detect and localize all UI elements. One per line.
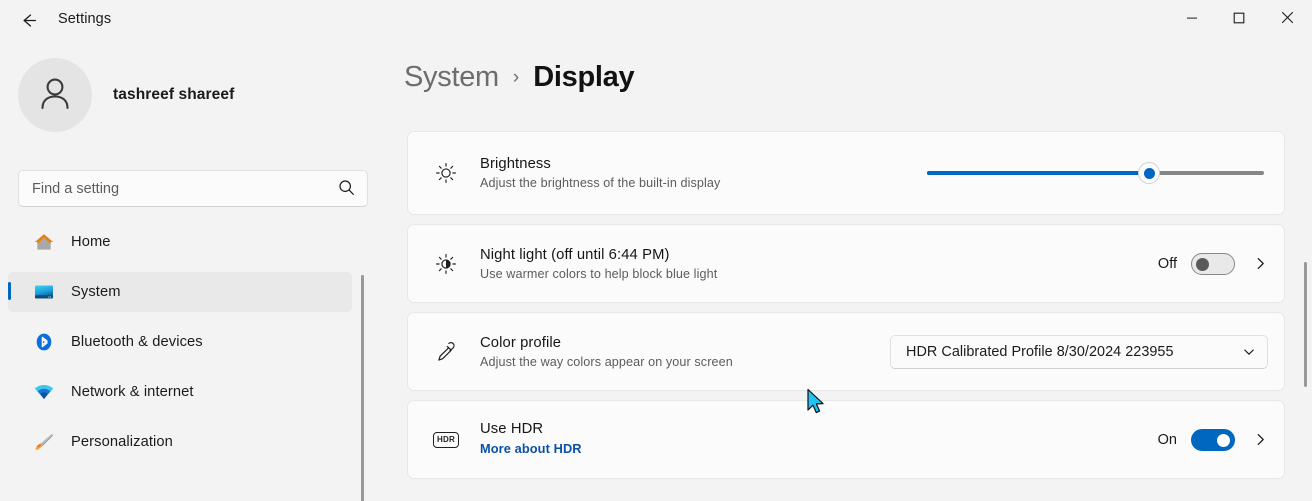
use-hdr-controls: On [1158,429,1268,451]
use-hdr-text: Use HDR More about HDR [480,421,1158,458]
sidebar: tashreef shareef [0,40,380,501]
brightness-title: Brightness [480,156,927,172]
sidebar-scrollbar[interactable] [361,275,364,501]
brightness-slider[interactable] [927,159,1264,187]
window-title: Settings [58,11,111,27]
color-profile-selected-value: HDR Calibrated Profile 8/30/2024 223955 [906,344,1174,360]
color-profile-controls: HDR Calibrated Profile 8/30/2024 223955 [890,335,1268,369]
slider-thumb[interactable] [1138,162,1160,184]
color-profile-text: Color profile Adjust the way colors appe… [480,335,890,369]
more-about-hdr-link[interactable]: More about HDR [480,441,582,456]
chevron-down-icon [1242,345,1256,359]
use-hdr-title: Use HDR [480,421,1158,437]
sidebar-item-label: System [71,284,121,300]
night-light-chevron-right-icon[interactable] [1253,256,1268,271]
sidebar-item-label: Bluetooth & devices [71,334,203,350]
night-light-controls: Off [1158,253,1268,275]
brightness-controls [927,159,1268,187]
maximize-button[interactable] [1215,0,1262,40]
use-hdr-state-label: On [1158,432,1177,448]
use-hdr-chevron-right-icon[interactable] [1253,432,1268,447]
sidebar-item-system[interactable]: System [8,272,352,312]
brightness-subtitle: Adjust the brightness of the built-in di… [480,176,927,190]
night-light-state-label: Off [1158,256,1177,272]
minimize-button[interactable] [1168,0,1215,40]
sidebar-item-personalization[interactable]: Personalization [8,422,352,462]
search-button[interactable] [332,175,361,204]
night-light-text: Night light (off until 6:44 PM) Use warm… [480,247,1158,281]
wifi-icon [33,381,55,403]
night-light-title: Night light (off until 6:44 PM) [480,247,1158,263]
night-light-subtitle: Use warmer colors to help block blue lig… [480,267,1158,281]
sidebar-nav: Home System [8,222,352,472]
eyedropper-icon [430,340,462,364]
sidebar-item-label: Personalization [71,434,173,450]
close-button[interactable] [1262,0,1312,40]
home-icon [33,231,55,253]
brightness-sun-icon [430,161,462,185]
content-scrollbar[interactable] [1304,262,1307,387]
slider-fill [927,171,1149,175]
page-title: Display [533,61,634,94]
person-avatar-icon [34,72,76,119]
paintbrush-icon [33,431,55,453]
hdr-badge-icon: HDR [430,432,462,448]
night-light-toggle[interactable] [1191,253,1235,275]
hdr-badge-text: HDR [433,432,459,448]
search-box[interactable] [18,170,368,207]
arrow-left-icon [19,11,38,30]
color-profile-card: Color profile Adjust the way colors appe… [407,312,1285,391]
settings-list: Brightness Adjust the brightness of the … [407,131,1287,488]
night-light-card[interactable]: Night light (off until 6:44 PM) Use warm… [407,224,1285,303]
settings-window: Settings [0,0,1312,501]
color-profile-subtitle: Adjust the way colors appear on your scr… [480,355,890,369]
sidebar-item-home[interactable]: Home [8,222,352,262]
minimize-icon [1186,11,1198,29]
chevron-right-icon: › [513,67,519,89]
color-profile-title: Color profile [480,335,890,351]
sidebar-item-bluetooth-devices[interactable]: Bluetooth & devices [8,322,352,362]
search-input[interactable] [32,171,322,206]
sidebar-item-label: Home [71,234,111,250]
sidebar-item-network-internet[interactable]: Network & internet [8,372,352,412]
monitor-icon [33,281,55,303]
night-light-icon [430,252,462,276]
sidebar-item-label: Network & internet [71,384,194,400]
use-hdr-card[interactable]: HDR Use HDR More about HDR On [407,400,1285,479]
account-card[interactable]: tashreef shareef [18,58,234,132]
title-bar: Settings [0,0,1312,40]
breadcrumb: System › Display [404,61,634,94]
brightness-card: Brightness Adjust the brightness of the … [407,131,1285,215]
close-icon [1281,11,1294,29]
breadcrumb-parent[interactable]: System [404,61,499,94]
window-controls [1168,0,1312,40]
account-name: tashreef shareef [113,86,234,104]
maximize-icon [1233,11,1245,29]
avatar [18,58,92,132]
bluetooth-icon [33,331,55,353]
use-hdr-toggle[interactable] [1191,429,1235,451]
brightness-text: Brightness Adjust the brightness of the … [480,156,927,190]
back-button[interactable] [10,5,46,35]
content-area: System › Display Brightness Adjust the b… [380,40,1312,501]
search-container [18,170,368,207]
color-profile-dropdown[interactable]: HDR Calibrated Profile 8/30/2024 223955 [890,335,1268,369]
search-icon [338,179,355,201]
